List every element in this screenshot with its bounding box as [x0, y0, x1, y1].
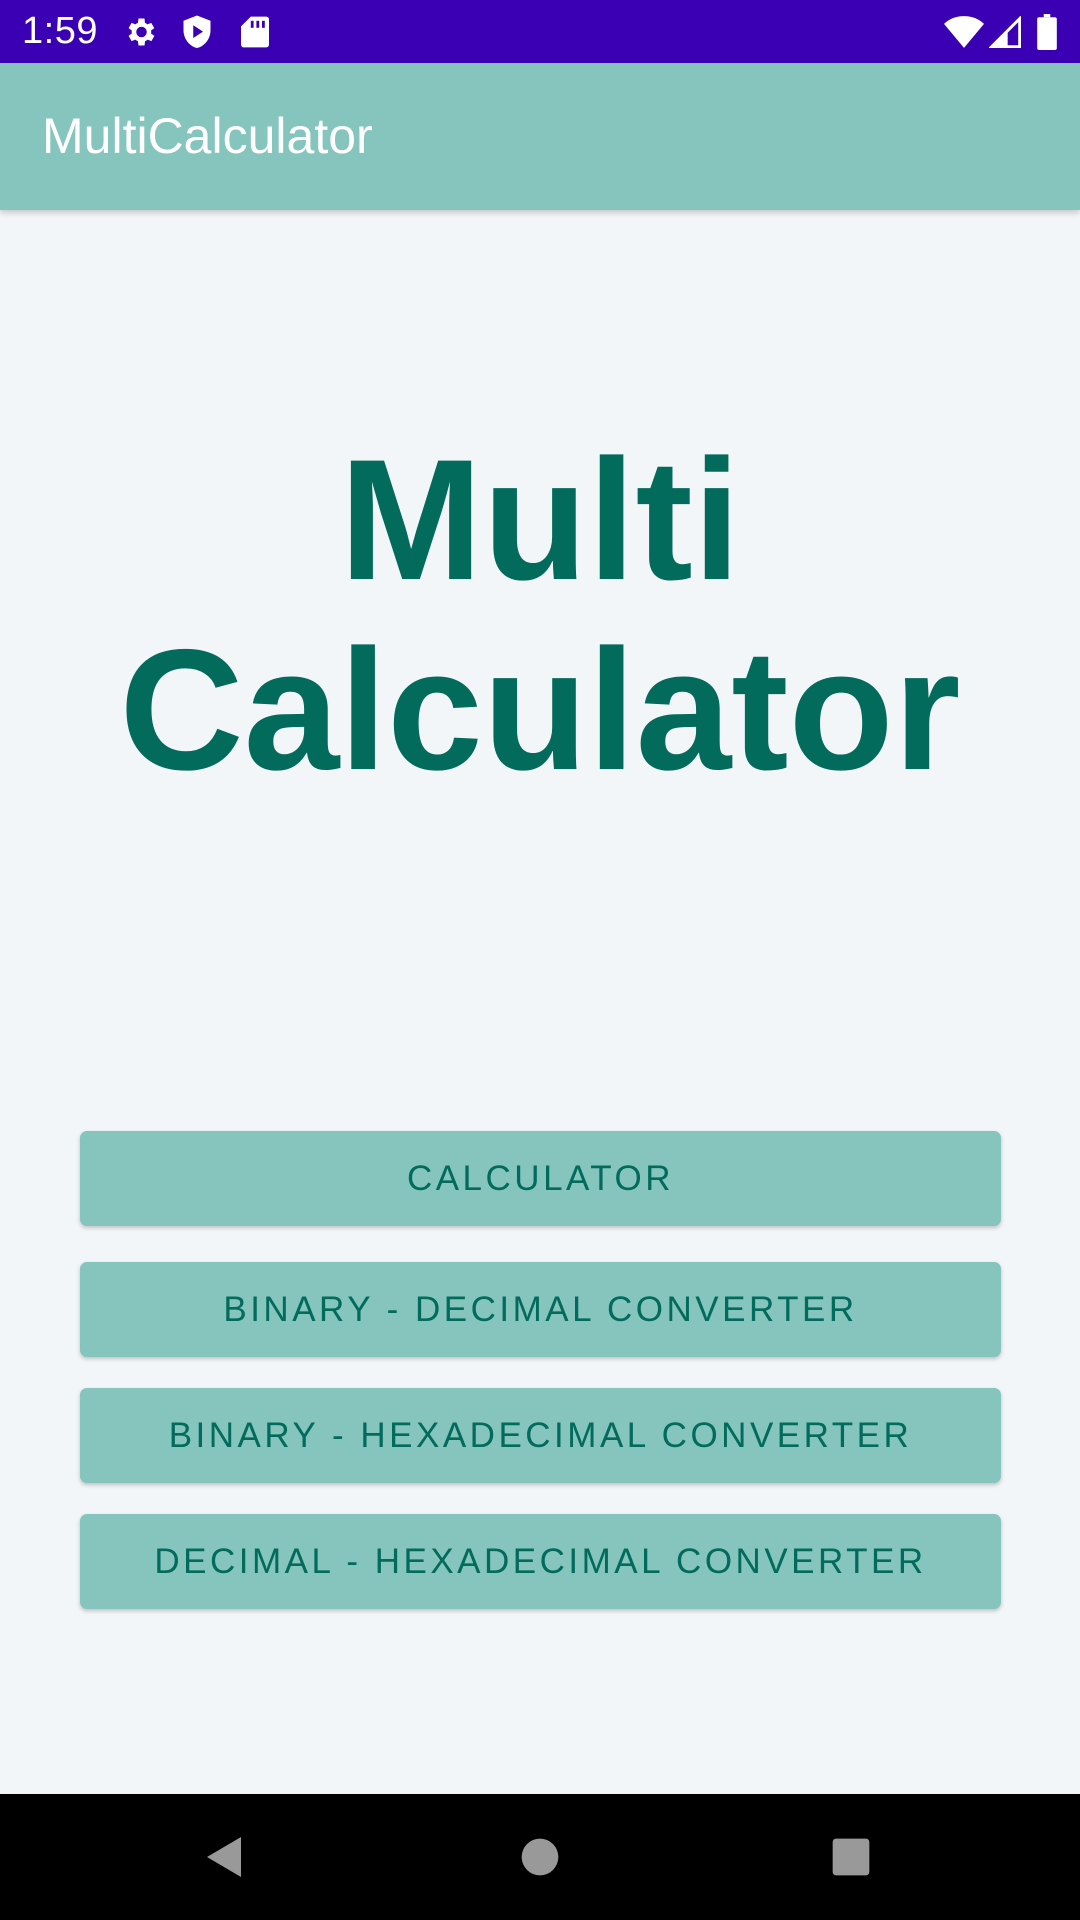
battery-icon [1036, 13, 1058, 51]
recents-icon[interactable] [817, 1823, 885, 1891]
binary-decimal-converter-button[interactable]: BINARY - DECIMAL CONVERTER [80, 1262, 1001, 1357]
hero-title-line-1: Multi [339, 424, 741, 616]
navigation-bar [0, 1794, 1080, 1920]
settings-icon [122, 13, 158, 51]
screen: 1:59 MultiCalculator Multi Calculator CA… [0, 0, 1080, 1920]
app-bar-title: MultiCalculator [42, 108, 373, 164]
back-icon[interactable] [191, 1823, 259, 1891]
calculator-button[interactable]: CALCULATOR [80, 1131, 1001, 1226]
wifi-icon [944, 13, 984, 51]
status-bar: 1:59 [0, 0, 1080, 63]
sd-card-icon [240, 13, 270, 51]
decimal-hexadecimal-converter-button[interactable]: DECIMAL - HEXADECIMAL CONVERTER [80, 1514, 1001, 1609]
app-bar: MultiCalculator [0, 63, 1080, 210]
binary-hexadecimal-converter-button[interactable]: BINARY - HEXADECIMAL CONVERTER [80, 1388, 1001, 1483]
home-icon[interactable] [506, 1823, 574, 1891]
shield-play-icon [180, 13, 214, 51]
hero-title: Multi Calculator [0, 425, 1080, 805]
signal-icon [988, 13, 1022, 51]
status-time: 1:59 [22, 10, 98, 52]
hero-title-line-2: Calculator [119, 614, 961, 806]
